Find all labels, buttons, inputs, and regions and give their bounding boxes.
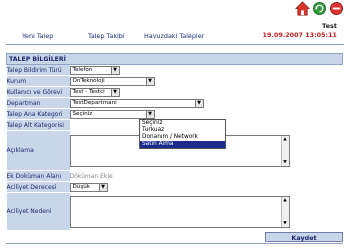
aciliyet-derecesi-select[interactable]: Düşük ▼: [69, 182, 108, 192]
dropdown-option[interactable]: Seçiniz: [140, 120, 225, 127]
dropdown-option-highlighted[interactable]: Satın Alma: [140, 141, 225, 148]
nav-havuzdaki-talepler[interactable]: Havuzdaki Talepler: [144, 32, 204, 40]
kurum-value: OnTeknoloji: [72, 77, 105, 84]
label-alt-kategori: Talep Alt Kategorisi: [6, 119, 70, 131]
scroll-up-icon[interactable]: ▲: [282, 197, 289, 204]
label-aciliyet-nedeni: Aciliyet Nedeni: [6, 192, 70, 231]
label-bildirim-turu: Talep Bildirim Türü: [6, 64, 70, 76]
bildirim-turu-value: Telefon: [72, 66, 93, 73]
label-aciliyet-derecesi: Aciliyet Derecesi: [6, 181, 70, 193]
dropdown-option[interactable]: Donanım / Network: [140, 134, 225, 141]
label-departman: Departman: [6, 97, 70, 109]
chevron-down-icon: ▼: [110, 66, 119, 74]
scroll-down-icon[interactable]: ▼: [282, 220, 289, 227]
toolbar-icons: [295, 1, 347, 19]
kaydet-button[interactable]: Kaydet: [265, 232, 343, 242]
ana-kategori-value: Seçiniz: [72, 110, 93, 117]
exit-icon[interactable]: [329, 1, 344, 16]
ana-kategori-select[interactable]: Seçiniz ▼: [69, 109, 155, 119]
kullanici-select[interactable]: Test - Testci ▼: [69, 87, 120, 97]
nav-talep-takibi[interactable]: Talep Takibi: [88, 32, 125, 40]
current-datetime: 19.09.2007 13:05:11: [262, 31, 337, 39]
chevron-down-icon: ▼: [194, 99, 203, 107]
form-title: TALEP BİLGİLERİ: [6, 53, 343, 65]
label-ana-kategori: Talep Ana Kategori: [6, 108, 70, 120]
refresh-icon[interactable]: [312, 1, 327, 16]
header-divider: [6, 44, 344, 45]
chevron-down-icon: ▼: [145, 110, 154, 118]
label-kullanici: Kullanıcı ve Görevi: [6, 86, 70, 98]
label-kurum: Kurum: [6, 75, 70, 87]
label-ek-dokuman: Ek Doküman Alanı: [6, 170, 70, 182]
dokuman-ekle-link[interactable]: Döküman Ekle: [70, 173, 113, 180]
departman-select[interactable]: TestDepartmani ▼: [69, 98, 204, 108]
scroll-down-icon[interactable]: ▼: [282, 159, 289, 166]
dropdown-option[interactable]: Turkuaz: [140, 127, 225, 134]
bildirim-turu-select[interactable]: Telefon ▼: [69, 65, 120, 75]
aciliyet-nedeni-textarea[interactable]: ▲ ▼: [69, 195, 290, 228]
ana-kategori-dropdown: Seçiniz Turkuaz Donanım / Network Satın …: [139, 119, 226, 149]
chevron-down-icon: ▼: [145, 77, 154, 85]
home-icon[interactable]: [295, 1, 310, 16]
aciklama-scrollbar[interactable]: ▲ ▼: [280, 135, 289, 166]
kurum-select[interactable]: OnTeknoloji ▼: [69, 76, 155, 86]
departman-value: TestDepartmani: [72, 99, 117, 106]
scroll-up-icon[interactable]: ▲: [282, 136, 289, 143]
chevron-down-icon: ▼: [98, 183, 107, 191]
footer-divider: [6, 243, 343, 244]
kullanici-value: Test - Testci: [72, 88, 105, 95]
chevron-down-icon: ▼: [110, 88, 119, 96]
user-name: Test: [322, 22, 337, 30]
aciliyet-nedeni-scrollbar[interactable]: ▲ ▼: [280, 196, 289, 227]
nav-yeni-talep[interactable]: Yeni Talep: [22, 32, 53, 40]
label-aciklama: Açıklama: [6, 130, 70, 171]
aciliyet-derecesi-value: Düşük: [72, 183, 91, 190]
